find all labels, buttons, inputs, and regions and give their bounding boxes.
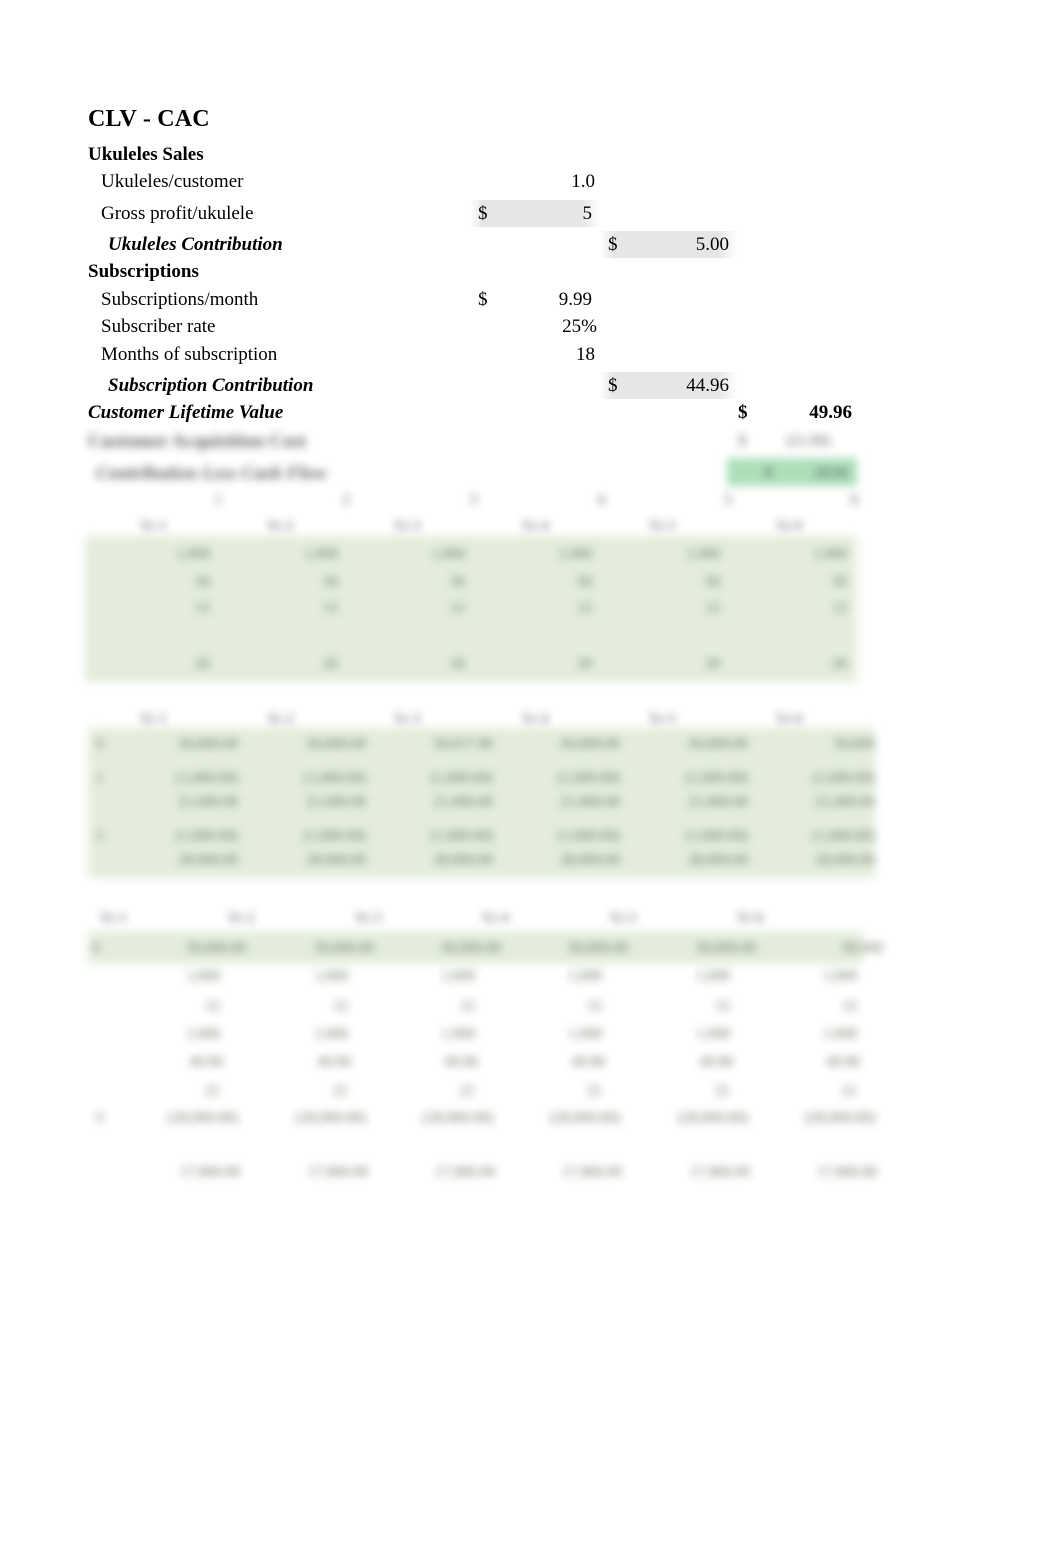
cell-number: 5 bbox=[582, 203, 593, 224]
table-row-customer-lifetime-value: Customer Lifetime Value $ 49.96 bbox=[0, 399, 1062, 426]
section-label: Subscriptions bbox=[88, 261, 199, 282]
table-row-subscription-contribution: Subscription Contribution $ 44.96 bbox=[0, 372, 1062, 399]
subtotal-label: Ukuleles Contribution bbox=[108, 234, 283, 255]
cell-months-of-subscription-value[interactable]: 18 bbox=[470, 341, 595, 368]
table-row-subscriptions-per-month: Subscriptions/month $ 9.99 bbox=[0, 286, 1062, 313]
cell-subscriptions-per-month-value[interactable]: $ 9.99 bbox=[470, 286, 600, 313]
redacted-label: Contribution Less Cash Flow bbox=[96, 463, 327, 484]
table-row-months-of-subscription: Months of subscription 18 bbox=[0, 341, 1062, 368]
table-row-subscriber-rate: Subscriber rate 25% bbox=[0, 313, 1062, 340]
cell-subscriber-rate-value[interactable]: 25% bbox=[470, 313, 597, 340]
currency-symbol: $ bbox=[478, 289, 488, 310]
row-label: Subscriptions/month bbox=[101, 289, 259, 310]
currency-symbol: $ bbox=[478, 203, 488, 224]
redacted-region: Customer Acquisition Cost $ (21.00) Cont… bbox=[0, 426, 1062, 1216]
section-label: Ukuleles Sales bbox=[88, 144, 204, 165]
cell-ukuleles-contribution-value[interactable]: $ 5.00 bbox=[600, 231, 737, 258]
row-label: Gross profit/ukulele bbox=[101, 203, 254, 224]
row-label: Months of subscription bbox=[101, 344, 278, 365]
cell-gross-profit-value[interactable]: $ 5 bbox=[470, 200, 600, 227]
table-row-ukuleles-per-customer: Ukuleles/customer 1.0 bbox=[0, 168, 1062, 195]
section-header-subscriptions: Subscriptions bbox=[0, 258, 1062, 285]
cell-number: 5.00 bbox=[695, 234, 729, 255]
table-row-ukuleles-contribution: Ukuleles Contribution $ 5.00 bbox=[0, 231, 1062, 258]
spreadsheet-page: CLV - CAC Ukuleles Sales Ukuleles/custom… bbox=[0, 0, 1062, 1556]
grand-total-label: Customer Lifetime Value bbox=[88, 402, 284, 423]
section-header-ukuleles-sales: Ukuleles Sales bbox=[0, 141, 1062, 168]
currency-symbol: $ bbox=[608, 234, 618, 255]
row-label: Ukuleles/customer bbox=[101, 171, 244, 192]
cell-number: 49.96 bbox=[809, 402, 852, 423]
table-row-gross-profit: Gross profit/ukulele $ 5 bbox=[0, 200, 1062, 227]
currency-symbol: $ bbox=[738, 402, 748, 423]
redacted-label: Customer Acquisition Cost bbox=[88, 431, 307, 452]
currency-symbol: $ bbox=[608, 375, 618, 396]
cell-number: 9.99 bbox=[558, 289, 592, 310]
row-label: Subscriber rate bbox=[101, 316, 216, 337]
subtotal-label: Subscription Contribution bbox=[108, 375, 314, 396]
cell-subscription-contribution-value[interactable]: $ 44.96 bbox=[600, 372, 737, 399]
cell-number: 44.96 bbox=[686, 375, 729, 396]
cell-customer-lifetime-value[interactable]: $ 49.96 bbox=[730, 399, 860, 426]
cell-ukuleles-per-customer-value[interactable]: 1.0 bbox=[470, 168, 595, 195]
page-title: CLV - CAC bbox=[88, 106, 210, 132]
